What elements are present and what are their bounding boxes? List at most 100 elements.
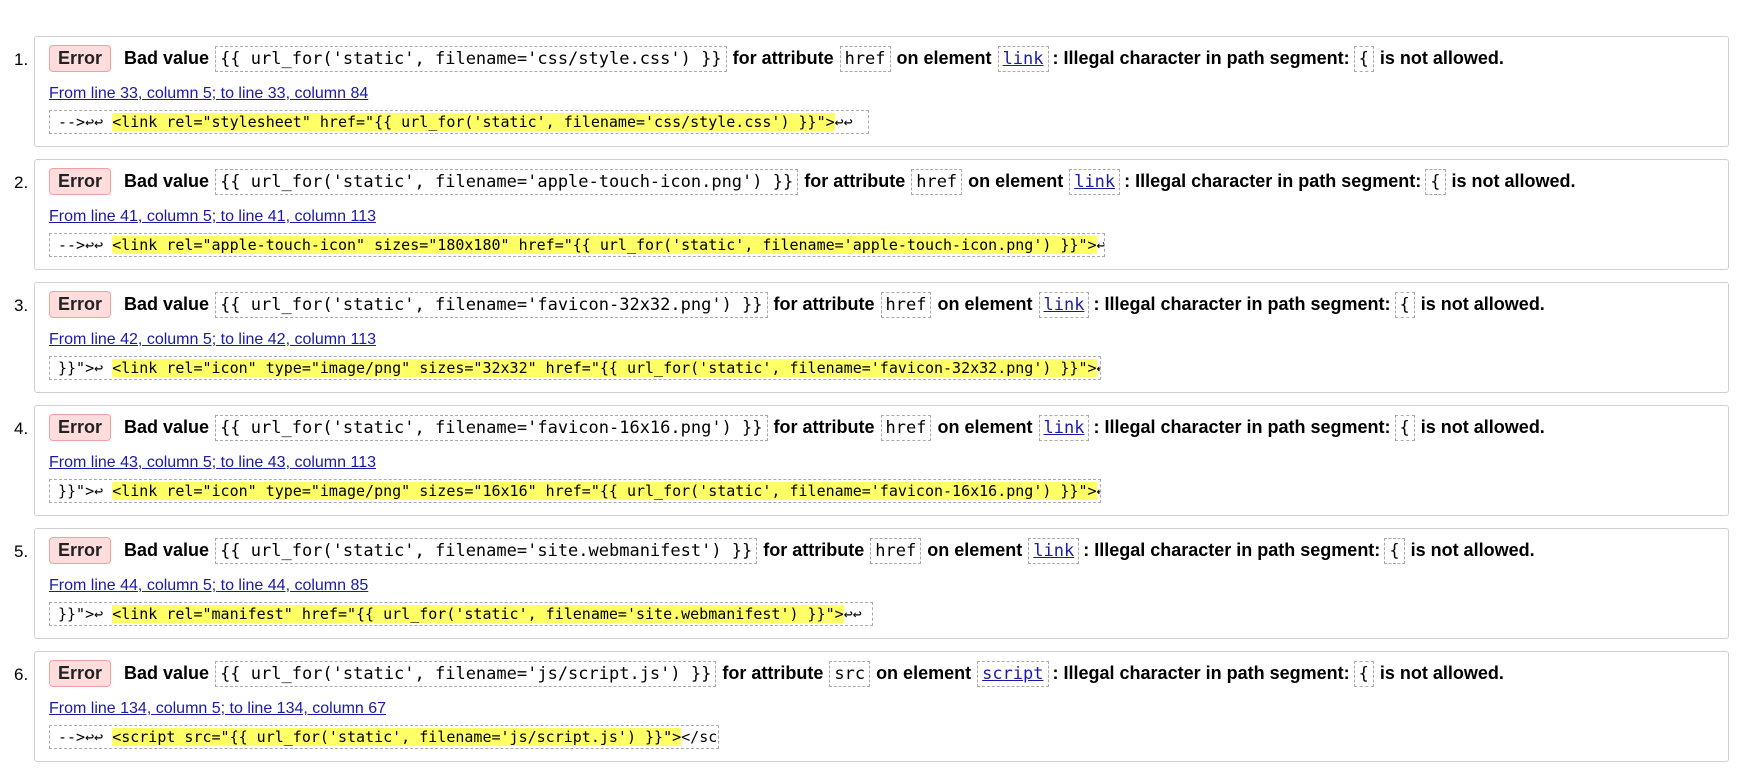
error-item: 4. Error Bad value {{ url_for('static', … [0,405,1747,528]
illegal-char-code: { [1384,537,1405,564]
error-item: 1. Error Bad value {{ url_for('static', … [0,36,1747,159]
illegal-char-code: { [1394,291,1415,318]
source-location-link[interactable]: From line 33, column 5; to line 33, colu… [49,85,368,103]
extract-highlight: <link rel="apple-touch-icon" sizes="180x… [112,236,1097,254]
error-badge: Error [49,45,112,72]
attribute-code: href [880,414,932,441]
illegal-char-label: : Illegal character in path segment: [1052,48,1350,68]
for-attribute-label: for attribute [773,294,875,314]
source-extract: -->↩↩ <link rel="apple-touch-icon" sizes… [49,233,1105,257]
error-item: 3. Error Bad value {{ url_for('static', … [0,282,1747,405]
extract-before: }}">↩ [58,605,113,623]
source-extract: -->↩↩ <link rel="stylesheet" href="{{ ur… [49,110,869,134]
source-extract: -->↩↩ <script src="{{ url_for('static', … [49,725,719,749]
element-link[interactable]: link [1038,291,1090,318]
extract-highlight: <script src="{{ url_for('static', filena… [112,728,682,746]
bad-value-code: {{ url_for('static', filename='apple-tou… [215,168,799,195]
extract-highlight: <link rel="icon" type="image/png" sizes=… [112,359,1097,377]
for-attribute-label: for attribute [804,171,906,191]
extract-highlight: <link rel="manifest" href="{{ url_for('s… [112,605,844,623]
for-attribute-label: for attribute [732,48,834,68]
extract-after: ↩ < [1097,482,1100,500]
extract-before: -->↩↩ [58,113,113,131]
for-attribute-label: for attribute [773,417,875,437]
illegal-char-label: : Illegal character in path segment: [1093,294,1391,314]
for-attribute-label: for attribute [722,663,824,683]
not-allowed-label: is not allowed. [1420,294,1545,314]
error-message: Error Bad value {{ url_for('static', fil… [49,414,1547,441]
on-element-label: on element [968,171,1064,191]
extract-after: ↩↩ [834,113,853,131]
element-link[interactable]: link [1038,414,1090,441]
bad-value-code: {{ url_for('static', filename='site.webm… [215,537,758,564]
bad-value-code: {{ url_for('static', filename='js/script… [215,660,717,687]
bad-value-label: Bad value [124,540,210,560]
on-element-label: on element [937,294,1033,314]
on-element-label: on element [927,540,1023,560]
error-number: 5. [14,542,29,561]
error-card: Error Bad value {{ url_for('static', fil… [34,282,1729,393]
error-card: Error Bad value {{ url_for('static', fil… [34,528,1729,639]
error-badge: Error [49,291,112,318]
illegal-char-label: : Illegal character in path segment: [1124,171,1422,191]
source-extract: }}">↩ <link rel="icon" type="image/png" … [49,479,1101,503]
error-message: Error Bad value {{ url_for('static', fil… [49,291,1547,318]
not-allowed-label: is not allowed. [1379,663,1504,683]
source-location-link[interactable]: From line 44, column 5; to line 44, colu… [49,577,368,595]
error-item: 2. Error Bad value {{ url_for('static', … [0,159,1747,282]
not-allowed-label: is not allowed. [1410,540,1535,560]
error-badge: Error [49,168,112,195]
bad-value-label: Bad value [124,48,210,68]
error-number: 6. [14,665,29,684]
error-number: 3. [14,296,29,315]
error-number: 2. [14,173,29,192]
bad-value-code: {{ url_for('static', filename='css/style… [215,45,727,72]
source-location-link[interactable]: From line 42, column 5; to line 42, colu… [49,331,376,349]
extract-highlight: <link rel="stylesheet" href="{{ url_for(… [112,113,835,131]
attribute-code: src [829,660,871,687]
extract-after: ↩ < [1097,359,1100,377]
element-link[interactable]: link [1069,168,1121,195]
error-message: Error Bad value {{ url_for('static', fil… [49,168,1578,195]
attribute-code: href [880,291,932,318]
for-attribute-label: for attribute [763,540,865,560]
attribute-code: href [911,168,963,195]
error-message: Error Bad value {{ url_for('static', fil… [49,537,1537,564]
error-number: 1. [14,50,29,69]
on-element-label: on element [876,663,972,683]
source-location-link[interactable]: From line 41, column 5; to line 41, colu… [49,208,376,226]
error-badge: Error [49,537,112,564]
element-link[interactable]: link [1028,537,1080,564]
validation-error-list: 1. Error Bad value {{ url_for('static', … [0,36,1747,774]
not-allowed-label: is not allowed. [1379,48,1504,68]
extract-after: ↩↩ [843,605,862,623]
error-card: Error Bad value {{ url_for('static', fil… [34,651,1729,762]
illegal-char-code: { [1394,414,1415,441]
extract-before: -->↩↩ [58,728,113,746]
extract-highlight: <link rel="icon" type="image/png" sizes=… [112,482,1097,500]
bad-value-label: Bad value [124,663,210,683]
error-item: 5. Error Bad value {{ url_for('static', … [0,528,1747,651]
extract-before: }}">↩ [58,359,113,377]
error-item: 6. Error Bad value {{ url_for('static', … [0,651,1747,774]
bad-value-code: {{ url_for('static', filename='favicon-1… [215,414,768,441]
error-badge: Error [49,414,112,441]
source-location-link[interactable]: From line 134, column 5; to line 134, co… [49,700,386,718]
source-location-link[interactable]: From line 43, column 5; to line 43, colu… [49,454,376,472]
extract-after: </scri [681,728,718,746]
element-link[interactable]: script [977,660,1049,687]
illegal-char-code: { [1425,168,1446,195]
element-link[interactable]: link [997,45,1049,72]
error-card: Error Bad value {{ url_for('static', fil… [34,405,1729,516]
on-element-label: on element [896,48,992,68]
not-allowed-label: is not allowed. [1420,417,1545,437]
source-extract: }}">↩ <link rel="manifest" href="{{ url_… [49,602,873,626]
not-allowed-label: is not allowed. [1451,171,1576,191]
error-number: 4. [14,419,29,438]
bad-value-label: Bad value [124,294,210,314]
attribute-code: href [870,537,922,564]
extract-before: }}">↩ [58,482,113,500]
error-message: Error Bad value {{ url_for('static', fil… [49,660,1506,687]
illegal-char-code: { [1353,660,1374,687]
attribute-code: href [839,45,891,72]
